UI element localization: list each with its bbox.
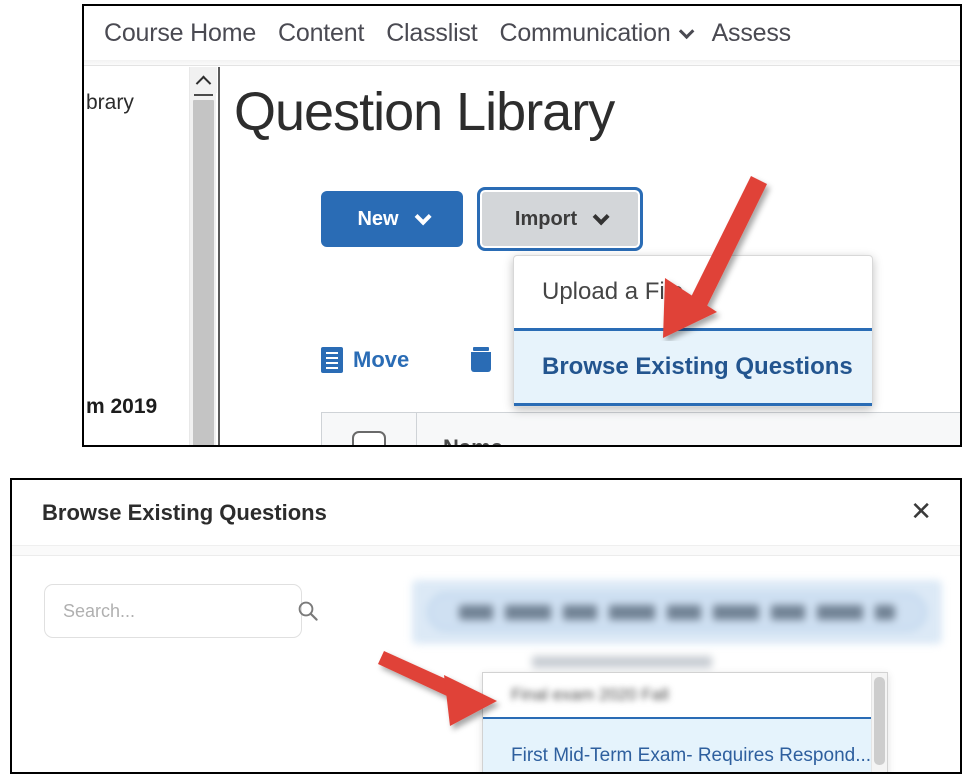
page-scrollbar[interactable] (189, 67, 216, 447)
selected-collection-token-text (459, 605, 895, 620)
delete-button[interactable] (471, 347, 501, 372)
select-all-checkbox[interactable] (352, 431, 386, 445)
scroll-button-divider (194, 94, 213, 96)
nav-item-assess[interactable]: Assess (712, 19, 791, 48)
question-table-header: Name (321, 412, 960, 445)
nav-item-content[interactable]: Content (278, 19, 364, 48)
search-input[interactable] (61, 600, 297, 623)
move-button[interactable]: Move (321, 347, 409, 373)
close-icon[interactable]: ✕ (910, 498, 932, 524)
move-button-label: Move (353, 347, 409, 373)
nav-item-communication-label: Communication (499, 19, 670, 48)
import-button-label: Import (515, 208, 577, 231)
selected-collection-token[interactable] (428, 593, 926, 631)
menu-item-browse-existing-questions[interactable]: Browse Existing Questions (514, 328, 872, 406)
search-icon (297, 600, 319, 622)
question-library-panel: Course Home Content Classlist Communicat… (82, 4, 962, 447)
new-button-label: New (357, 208, 398, 231)
nav-item-communication[interactable]: Communication (499, 19, 689, 48)
move-document-icon (321, 347, 343, 373)
nav-divider (84, 60, 960, 66)
modal-title: Browse Existing Questions (42, 500, 327, 526)
modal-header: Browse Existing Questions ✕ (12, 480, 960, 546)
sidebar-label-term: m 2019 (86, 395, 157, 419)
page-title: Question Library (234, 81, 614, 143)
collection-dropdown-list: Final exam 2020 Fall First Mid-Term Exam… (482, 672, 888, 774)
redacted-subtext-bar (532, 656, 712, 668)
import-dropdown-menu: Upload a File Browse Existing Questions (513, 255, 873, 407)
scroll-up-button[interactable] (190, 67, 217, 93)
search-field[interactable] (44, 584, 302, 638)
nav-item-course-home[interactable]: Course Home (104, 19, 256, 48)
chevron-down-icon (593, 208, 610, 225)
trash-icon (471, 347, 491, 372)
question-library-content: Question Library New Import Move alu (221, 67, 960, 445)
scrollbar-thumb[interactable] (193, 100, 214, 447)
import-button[interactable]: Import (477, 187, 643, 251)
column-header-name: Name (417, 413, 503, 445)
browse-existing-questions-modal: Browse Existing Questions ✕ Fi (10, 478, 962, 774)
modal-subheader-divider (12, 546, 960, 556)
main-navigation: Course Home Content Classlist Communicat… (84, 6, 960, 60)
menu-item-upload-a-file[interactable]: Upload a File (514, 256, 872, 328)
list-item[interactable]: Final exam 2020 Fall (483, 673, 887, 717)
list-scrollbar-thumb[interactable] (874, 677, 885, 765)
selected-collection-token-area[interactable] (412, 580, 942, 644)
select-all-cell (322, 413, 417, 445)
list-item-selected[interactable]: First Mid-Term Exam- Requires Respond... (483, 717, 887, 774)
new-button[interactable]: New (321, 191, 463, 247)
chevron-down-icon (414, 208, 431, 225)
chevron-up-icon (196, 75, 212, 91)
modal-body: Final exam 2020 Fall First Mid-Term Exam… (12, 556, 960, 772)
sidebar-column: brary m 2019 (84, 67, 189, 447)
content-divider (218, 67, 220, 447)
nav-item-classlist[interactable]: Classlist (386, 19, 477, 48)
chevron-down-icon (678, 23, 694, 39)
screenshot-stage: Course Home Content Classlist Communicat… (0, 0, 968, 776)
list-scrollbar[interactable] (871, 673, 887, 774)
sidebar-label-library: brary (86, 91, 134, 115)
